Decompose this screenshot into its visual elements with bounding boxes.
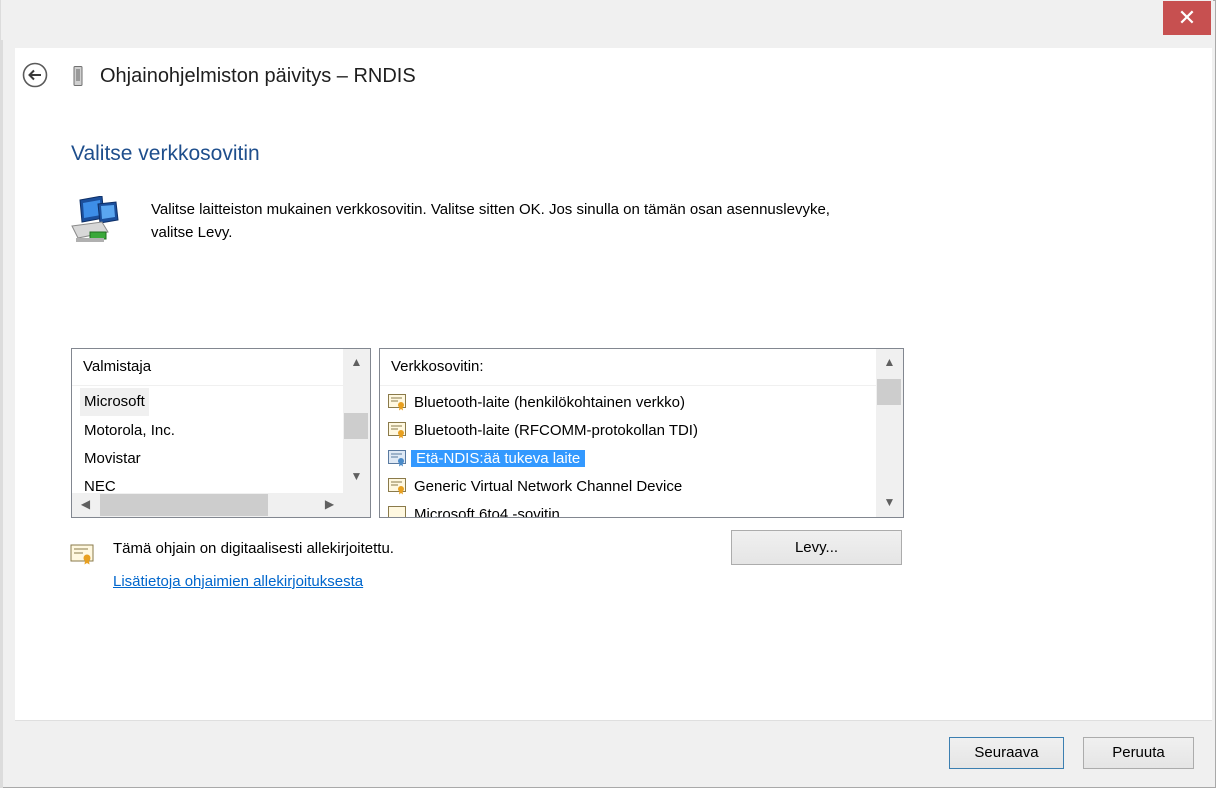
horizontal-scroll-thumb[interactable] (100, 494, 268, 516)
manufacturer-horizontal-scrollbar[interactable]: ◀ ▶ (72, 493, 343, 517)
scroll-up-icon[interactable]: ▲ (876, 355, 903, 369)
certificate-icon (388, 394, 406, 411)
adapter-vertical-scrollbar[interactable]: ▲ ▼ (876, 349, 903, 517)
scroll-up-icon[interactable]: ▲ (343, 355, 370, 369)
adapter-list[interactable]: Verkkosovitin: Bluetooth-laite (henkilök… (379, 348, 904, 518)
manufacturer-item-microsoft[interactable]: Microsoft (80, 388, 149, 416)
adapter-item-generic-virtual[interactable]: Generic Virtual Network Channel Device (414, 473, 682, 501)
have-disk-button[interactable]: Levy... (731, 530, 902, 565)
manufacturer-list[interactable]: Valmistaja Microsoft Motorola, Inc. Movi… (71, 348, 371, 518)
window-edge (0, 0, 3, 788)
page-heading: Valitse verkkosovitin (71, 142, 260, 165)
usb-device-icon (73, 66, 83, 86)
manufacturer-item-movistar[interactable]: Movistar (84, 445, 141, 473)
manufacturer-item-motorola[interactable]: Motorola, Inc. (84, 417, 175, 445)
signature-status-text: Tämä ohjain on digitaalisesti allekirjoi… (113, 540, 394, 557)
close-button[interactable]: ✕ (1163, 1, 1211, 35)
certificate-icon (388, 450, 406, 467)
scroll-corner (343, 493, 370, 517)
signing-info-link[interactable]: Lisätietoja ohjaimien allekirjoituksesta (113, 570, 363, 594)
back-arrow-icon[interactable] (22, 62, 48, 88)
network-adapter-icon (71, 196, 119, 242)
adapter-item-microsoft-6to4[interactable]: Microsoft 6to4 -sovitin (414, 501, 560, 517)
adapter-list-header: Verkkosovitin: (380, 349, 876, 386)
manufacturer-list-header: Valmistaja (72, 349, 343, 386)
instruction-text: Valitse laitteiston mukainen verkkosovit… (151, 201, 830, 241)
adapter-item-bluetooth-pan[interactable]: Bluetooth-laite (henkilökohtainen verkko… (414, 389, 685, 417)
selected-adapter-label[interactable]: Etä-NDIS:ää tukeva laite (411, 450, 586, 467)
certificate-icon (388, 506, 406, 517)
next-button[interactable]: Seuraava (949, 737, 1064, 769)
certificate-icon (388, 478, 406, 495)
manufacturer-vertical-scrollbar[interactable]: ▲ ▼ (343, 349, 370, 493)
title-bar (1, 0, 1213, 40)
scroll-right-icon[interactable]: ▶ (316, 497, 343, 511)
adapter-item-bluetooth-rfcomm[interactable]: Bluetooth-laite (RFCOMM-protokollan TDI) (414, 417, 698, 445)
scroll-down-icon[interactable]: ▼ (876, 495, 903, 509)
scroll-down-icon[interactable]: ▼ (343, 469, 370, 483)
scroll-thumb[interactable] (344, 413, 368, 439)
scroll-left-icon[interactable]: ◀ (72, 497, 99, 511)
cancel-button[interactable]: Peruuta (1083, 737, 1194, 769)
scroll-thumb[interactable] (877, 379, 901, 405)
certificate-icon (70, 544, 94, 565)
window-title: Ohjainohjelmiston päivitys – RNDIS (100, 65, 416, 87)
certificate-icon (388, 422, 406, 439)
adapter-item-remote-ndis[interactable]: Etä-NDIS:ää tukeva laite (411, 445, 586, 473)
